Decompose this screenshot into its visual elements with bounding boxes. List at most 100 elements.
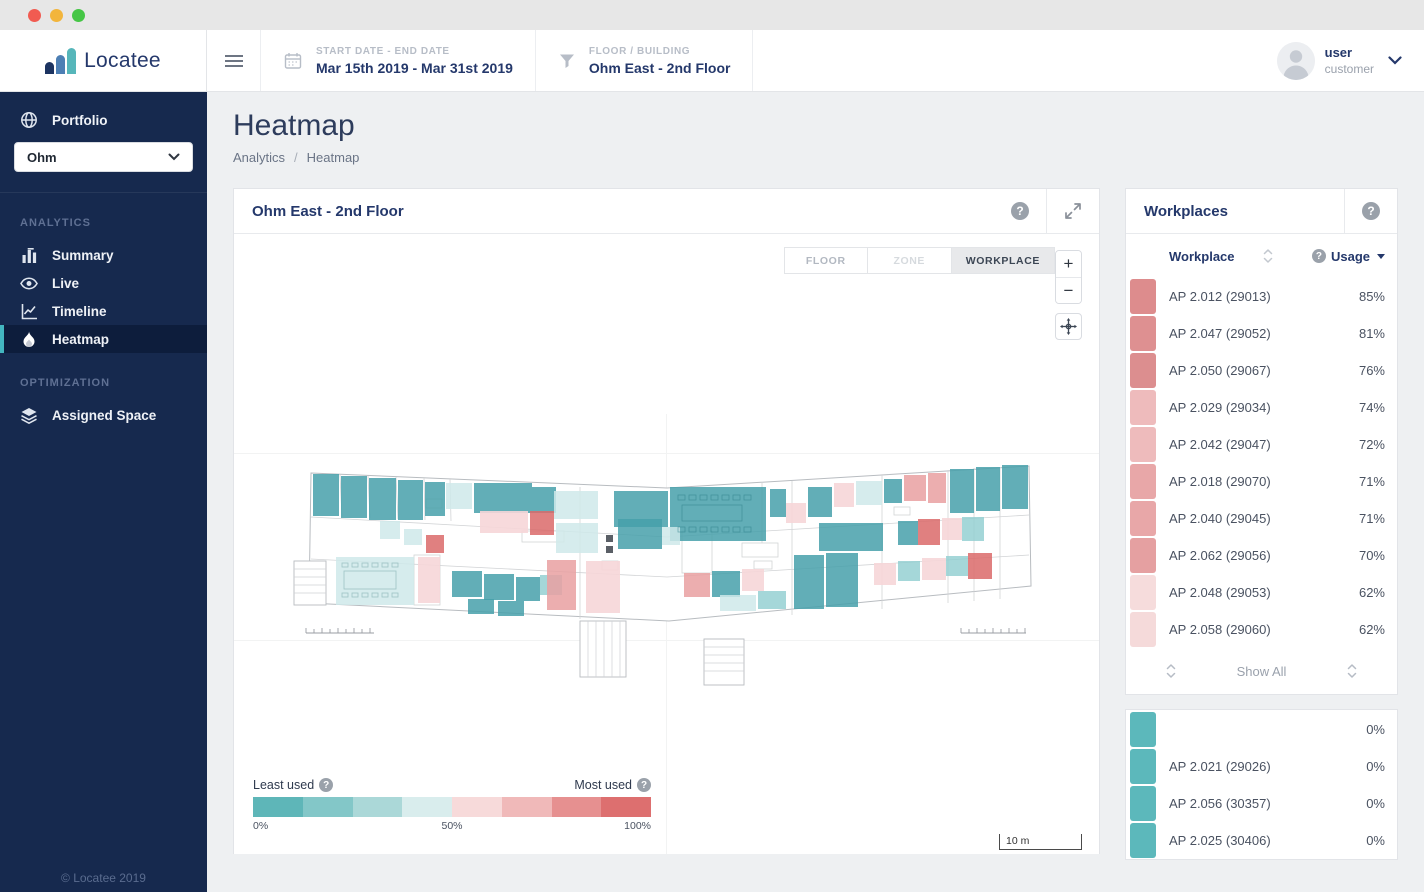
sidebar-item-label: Live — [52, 276, 79, 291]
column-usage-sort[interactable]: ? Usage — [1312, 249, 1385, 264]
table-row[interactable]: AP 2.025 (30406) 0% — [1126, 822, 1397, 859]
workplace-name: AP 2.025 (30406) — [1169, 833, 1271, 848]
show-all-button[interactable]: Show All — [1126, 648, 1397, 694]
table-row[interactable]: AP 2.040 (29045)71% — [1126, 500, 1397, 537]
zoom-out-button[interactable]: − — [1056, 277, 1081, 303]
sidebar-item-live[interactable]: Live — [0, 269, 207, 297]
globe-icon — [20, 111, 38, 129]
workplace-name: AP 2.012 (29013) — [1169, 289, 1271, 304]
table-row[interactable]: AP 2.021 (29026)0% — [1126, 748, 1397, 785]
workplace-usage: 71% — [1359, 511, 1385, 526]
workplace-name: AP 2.042 (29047) — [1169, 437, 1271, 452]
table-row[interactable]: AP 2.058 (29060)62% — [1126, 611, 1397, 648]
line-chart-icon — [20, 303, 38, 320]
recenter-button[interactable] — [1055, 313, 1082, 340]
view-toggle-floor[interactable]: FLOOR — [784, 247, 868, 274]
floor-filter-value: Ohm East - 2nd Floor — [589, 60, 731, 76]
workplace-usage: 0% — [1366, 833, 1385, 848]
column-workplace[interactable]: Workplace — [1169, 249, 1235, 264]
table-row[interactable]: AP 2.018 (29070)71% — [1126, 463, 1397, 500]
floorplan-image — [284, 443, 1042, 693]
workplace-name: AP 2.029 (29034) — [1169, 400, 1271, 415]
usage-swatch — [1130, 749, 1156, 784]
most-used-label: Most used — [574, 778, 632, 792]
view-toggle: FLOOR ZONE WORKPLACE — [784, 247, 1055, 274]
view-toggle-workplace[interactable]: WORKPLACE — [952, 247, 1055, 274]
help-icon[interactable]: ? — [319, 778, 333, 792]
usage-legend: Least used? Most used? 0% 50% 100% — [253, 778, 651, 832]
sidebar-item-timeline[interactable]: Timeline — [0, 297, 207, 325]
brand-logo[interactable]: Locatee — [0, 30, 207, 91]
table-row[interactable]: AP 2.062 (29056) 70% — [1126, 537, 1397, 574]
eye-icon — [20, 277, 38, 290]
sidebar-toggle-button[interactable] — [207, 30, 260, 91]
legend-segment — [502, 797, 552, 817]
date-filter-label: START DATE - END DATE — [316, 46, 513, 57]
table-row[interactable]: AP 2.056 (30357)0% — [1126, 785, 1397, 822]
sort-icon[interactable] — [1263, 249, 1273, 263]
portfolio-label: Portfolio — [52, 113, 108, 128]
table-row[interactable]: 0% — [1126, 711, 1397, 748]
workplaces-panel: Workplaces ? Workplace ? Usage AP 2.012 … — [1125, 188, 1398, 860]
floor-building-filter[interactable]: FLOOR / BUILDING Ohm East - 2nd Floor — [535, 30, 754, 91]
brand-name: Locatee — [84, 49, 161, 73]
breadcrumb-analytics[interactable]: Analytics — [233, 150, 285, 165]
zoom-in-button[interactable]: + — [1056, 251, 1081, 277]
table-row[interactable]: AP 2.029 (29034) 74% — [1126, 389, 1397, 426]
fullscreen-button[interactable] — [1046, 189, 1099, 233]
heatmap-card: Ohm East - 2nd Floor ? FLOOR ZONE WORKPL… — [233, 188, 1100, 854]
table-row[interactable]: AP 2.050 (29067)76% — [1126, 352, 1397, 389]
calendar-icon — [283, 51, 303, 71]
workplace-name: AP 2.062 (29056) — [1169, 548, 1271, 563]
workplaces-title: Workplaces — [1126, 189, 1344, 233]
workplace-usage: 0% — [1366, 759, 1385, 774]
help-icon: ? — [1011, 202, 1029, 220]
chevron-down-icon — [1388, 56, 1402, 65]
workplace-name: AP 2.048 (29053) — [1169, 585, 1271, 600]
legend-segment — [601, 797, 651, 817]
funnel-icon — [558, 52, 576, 70]
expand-icon — [1064, 202, 1082, 220]
window-close-button[interactable] — [28, 9, 41, 22]
table-row[interactable]: AP 2.042 (29047)72% — [1126, 426, 1397, 463]
window-zoom-button[interactable] — [72, 9, 85, 22]
portfolio-select-value: Ohm — [27, 150, 57, 165]
sidebar-item-heatmap[interactable]: Heatmap — [0, 325, 207, 353]
view-toggle-zone[interactable]: ZONE — [868, 247, 952, 274]
legend-gradient-bar — [253, 797, 651, 817]
workplace-usage: 62% — [1359, 585, 1385, 600]
portfolio-select[interactable]: Ohm — [14, 142, 193, 172]
flame-icon — [20, 331, 38, 348]
workplace-usage: 85% — [1359, 289, 1385, 304]
workplace-usage: 76% — [1359, 363, 1385, 378]
legend-segment — [402, 797, 452, 817]
table-row[interactable]: AP 2.047 (29052)81% — [1126, 315, 1397, 352]
window-minimize-button[interactable] — [50, 9, 63, 22]
copyright-footer: © Locatee 2019 — [0, 871, 207, 885]
locatee-logo-icon — [45, 48, 76, 74]
workplace-rows: AP 2.012 (29013)85%AP 2.047 (29052)81%AP… — [1126, 278, 1397, 648]
table-row[interactable]: AP 2.048 (29053) 62% — [1126, 574, 1397, 611]
avatar — [1277, 42, 1315, 80]
sort-desc-icon — [1377, 254, 1385, 259]
floor-title: Ohm East - 2nd Floor — [234, 189, 994, 233]
legend-segment — [253, 797, 303, 817]
sidebar-item-assigned-space[interactable]: Assigned Space — [0, 401, 207, 429]
table-row[interactable]: AP 2.012 (29013) 85% — [1126, 278, 1397, 315]
workplace-usage: 74% — [1359, 400, 1385, 415]
usage-swatch — [1130, 712, 1156, 747]
show-all-label: Show All — [1237, 664, 1287, 679]
map-viewport[interactable]: FLOOR ZONE WORKPLACE + − — [234, 234, 1099, 854]
help-icon[interactable]: ? — [637, 778, 651, 792]
user-menu[interactable]: user customer — [1277, 30, 1424, 91]
legend-tick-0: 0% — [253, 820, 268, 832]
sidebar-item-summary[interactable]: Summary — [0, 241, 207, 269]
sidebar-item-label: Assigned Space — [52, 408, 156, 423]
workplace-usage: 70% — [1359, 548, 1385, 563]
date-range-filter[interactable]: START DATE - END DATE Mar 15th 2019 - Ma… — [260, 30, 535, 91]
analytics-section-heading: ANALYTICS — [0, 193, 207, 241]
workplaces-help-button[interactable]: ? — [1344, 189, 1397, 233]
heatmap-help-button[interactable]: ? — [994, 189, 1046, 233]
workplace-usage: 81% — [1359, 326, 1385, 341]
sidebar-item-portfolio[interactable]: Portfolio — [0, 92, 207, 140]
